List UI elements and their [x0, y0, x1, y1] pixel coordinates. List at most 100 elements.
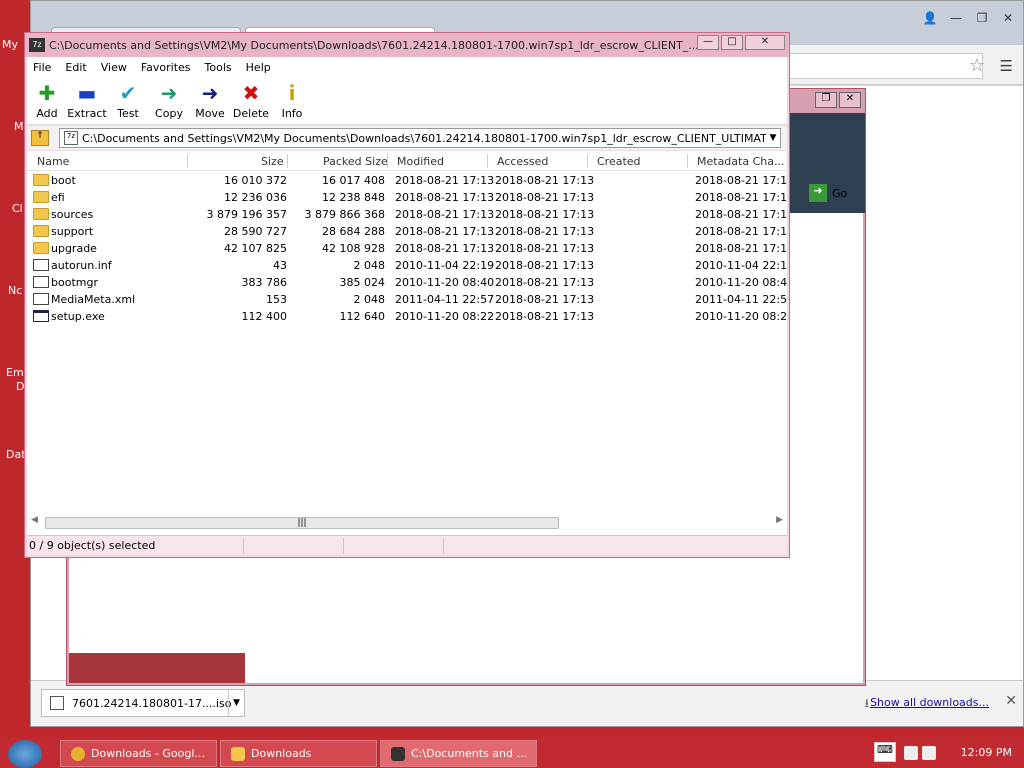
copy-label: Copy — [155, 107, 183, 120]
scroll-left-icon[interactable]: ◀ — [31, 515, 38, 525]
folder-icon — [231, 746, 245, 761]
cell-name: boot — [51, 174, 76, 187]
cell-modified: 2018-08-21 17:13 — [395, 242, 495, 255]
column-header-created[interactable]: Created — [597, 155, 641, 168]
cell-packed: 385 024 — [339, 276, 386, 289]
user-icon[interactable]: 👤 — [919, 11, 941, 27]
chevron-down-icon[interactable]: ▼ — [766, 133, 780, 143]
restore-button[interactable]: ❐ — [971, 11, 993, 27]
table-row[interactable]: upgrade 42 107 825 42 108 928 2018-08-21 17… — [27, 240, 787, 257]
menu-icon[interactable]: ☰ — [1000, 57, 1013, 75]
status-text: 0 / 9 object(s) selected — [29, 539, 156, 552]
info-button[interactable]: i Info — [272, 81, 312, 120]
menu-file[interactable]: File — [33, 61, 51, 74]
cell-size: 28 590 727 — [224, 225, 287, 238]
cell-modified: 2010-11-20 08:40 — [395, 276, 495, 289]
download-icon: ⭳ — [864, 696, 869, 710]
cell-size: 12 236 036 — [224, 191, 287, 204]
scroll-thumb[interactable]: ||| — [45, 517, 559, 529]
network-icon[interactable] — [904, 746, 918, 760]
restore-button[interactable]: ❐ — [815, 92, 837, 108]
column-header-accessed[interactable]: Accessed — [497, 155, 548, 168]
file-list: Name Size Packed Size Modified Accessed … — [27, 151, 787, 543]
cell-meta: 2018-08-21 17:13 — [695, 225, 787, 238]
scroll-track[interactable]: ||| — [45, 517, 769, 529]
copy-button[interactable]: ➜ Copy — [149, 81, 189, 120]
download-item[interactable]: 7601.24214.180801-17....iso ▼ — [41, 689, 245, 717]
table-row[interactable]: bootmgr 383 786 385 024 2010-11-20 08:40 201… — [27, 274, 787, 291]
taskbar-item-downloads[interactable]: Downloads — [220, 740, 377, 767]
volume-icon[interactable] — [922, 746, 936, 760]
menu-edit[interactable]: Edit — [65, 61, 86, 74]
horizontal-scrollbar[interactable]: ◀ ||| ▶ — [27, 513, 787, 531]
table-row[interactable]: sources 3 879 196 357 3 879 866 368 2018-08… — [27, 206, 787, 223]
move-button[interactable]: ➜ Move — [190, 81, 230, 120]
folder-icon — [33, 208, 49, 220]
table-row[interactable]: MediaMeta.xml 153 2 048 2011-04-11 22:57 201… — [27, 291, 787, 308]
info-icon: i — [288, 81, 296, 105]
desktop-label: Em — [6, 366, 24, 379]
toolbar: ✚ Add ▬ Extract ✔ Test ➜ Copy ➜ Move ✖ D… — [27, 77, 787, 125]
file-icon — [33, 259, 49, 271]
column-header-packed-size[interactable]: Packed Size — [323, 155, 388, 168]
copy-arrow-icon: ➜ — [160, 81, 178, 105]
folder-up-icon[interactable]: ↑ — [31, 130, 49, 146]
cell-packed: 12 238 848 — [322, 191, 385, 204]
table-row[interactable]: autorun.inf 43 2 048 2010-11-04 22:19 2018-0… — [27, 257, 787, 274]
menu-help[interactable]: Help — [246, 61, 271, 74]
maximize-button[interactable]: □ — [721, 35, 743, 50]
close-button[interactable]: ✕ — [997, 11, 1019, 27]
cell-size: 383 786 — [241, 276, 288, 289]
keyboard-icon[interactable]: ⌨ — [874, 742, 896, 762]
menu-tools[interactable]: Tools — [205, 61, 232, 74]
column-header-modified[interactable]: Modified — [397, 155, 444, 168]
search-icon[interactable]: ⚲ — [941, 129, 953, 148]
show-all-downloads-link[interactable]: Show all downloads... — [870, 696, 989, 709]
taskbar-item-7zip[interactable]: C:\Documents and ... — [380, 740, 537, 767]
column-header-size[interactable]: Size — [261, 155, 284, 168]
go-arrow-icon: ➜ — [809, 184, 827, 202]
table-row[interactable]: boot 16 010 372 16 017 408 2018-08-21 17:13… — [27, 172, 787, 189]
cell-name: bootmgr — [51, 276, 98, 289]
go-button[interactable]: ➜ Go — [809, 183, 847, 203]
folder-icon — [33, 174, 49, 186]
archive-icon: 7z — [64, 131, 78, 145]
star-icon[interactable]: ☆ — [969, 55, 985, 76]
minimize-button[interactable]: — — [945, 11, 967, 27]
clock[interactable]: 12:09 PM — [961, 746, 1012, 759]
table-row[interactable]: support 28 590 727 28 684 288 2018-08-21 17… — [27, 223, 787, 240]
cell-modified: 2018-08-21 17:13 — [395, 191, 495, 204]
column-header-metadata[interactable]: Metadata Cha... — [697, 155, 784, 168]
path-combobox[interactable]: 7z C:\Documents and Settings\VM2\My Docu… — [59, 128, 781, 148]
delete-button[interactable]: ✖ Delete — [231, 81, 271, 120]
add-button[interactable]: ✚ Add — [27, 81, 67, 120]
exe-file-icon — [33, 310, 49, 322]
taskbar-item-chrome[interactable]: Downloads - Googl... — [60, 740, 217, 767]
cell-accessed: 2018-08-21 17:13 — [495, 310, 595, 323]
scroll-right-icon[interactable]: ▶ — [776, 515, 783, 525]
file-icon — [33, 293, 49, 305]
column-header-name[interactable]: Name — [37, 155, 69, 168]
table-row[interactable]: setup.exe 112 400 112 640 2010-11-20 08:22 2… — [27, 308, 787, 325]
folder-icon — [33, 225, 49, 237]
menu-favorites[interactable]: Favorites — [141, 61, 191, 74]
taskbar-item-label: Downloads — [251, 747, 312, 760]
cell-packed: 28 684 288 — [322, 225, 385, 238]
table-row[interactable]: efi 12 236 036 12 238 848 2018-08-21 17:13 2… — [27, 189, 787, 206]
start-button[interactable] — [8, 740, 42, 768]
cell-size: 43 — [273, 259, 287, 272]
cell-size: 3 879 196 357 — [206, 208, 287, 221]
chrome-icon — [71, 746, 85, 761]
iso-file-icon — [50, 696, 64, 710]
minimize-button[interactable]: — — [697, 35, 719, 50]
cell-packed: 2 048 — [353, 293, 386, 306]
close-icon[interactable]: ✕ — [1005, 693, 1017, 709]
extract-button[interactable]: ▬ Extract — [67, 81, 107, 120]
menu-view[interactable]: View — [101, 61, 127, 74]
close-button[interactable]: ✕ — [745, 35, 785, 50]
test-button[interactable]: ✔ Test — [108, 81, 148, 120]
chevron-down-icon[interactable]: ▼ — [228, 690, 244, 716]
cell-accessed: 2018-08-21 17:13 — [495, 276, 595, 289]
close-button[interactable]: ✕ — [839, 92, 861, 108]
download-item-name: 7601.24214.180801-17....iso — [72, 696, 232, 710]
